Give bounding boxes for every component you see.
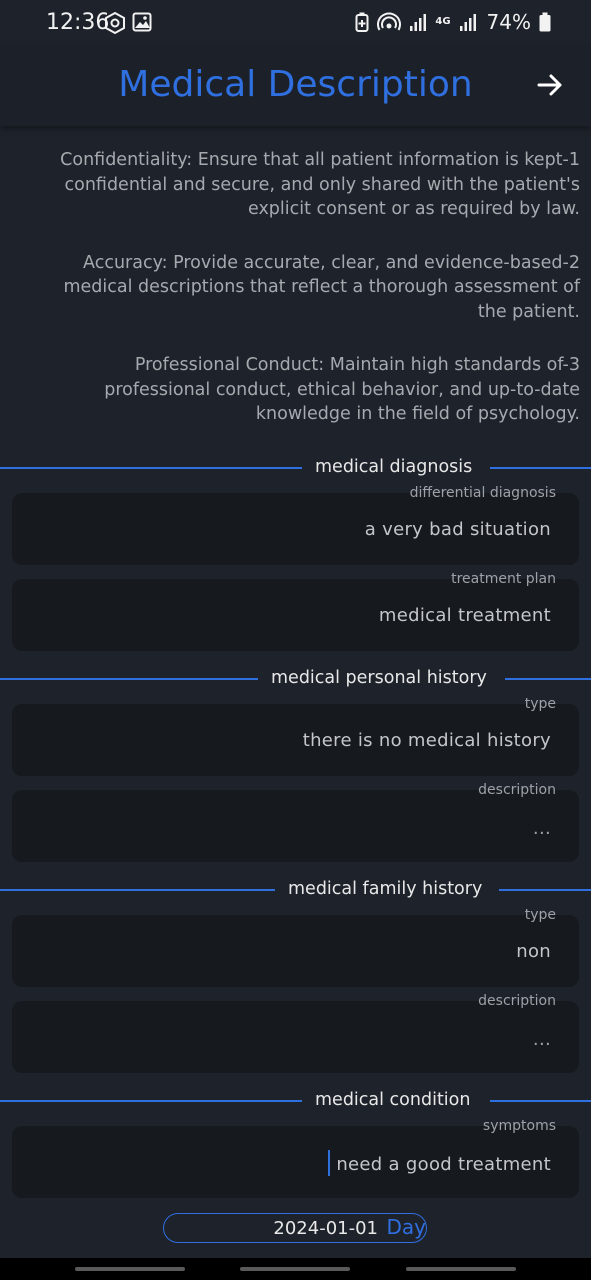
- field-value: need a good treatment: [336, 1154, 551, 1175]
- divider-line: [505, 678, 591, 680]
- field-value: medical treatment: [378, 605, 551, 626]
- system-nav-bar: [0, 1258, 591, 1280]
- personal-history-description-field[interactable]: description ...: [12, 782, 579, 862]
- section-title: medical diagnosis: [315, 457, 473, 477]
- symptoms-field[interactable]: symptoms need a good treatment: [12, 1118, 579, 1198]
- signal-icon: [410, 14, 427, 31]
- date-value: 2024-01-01: [273, 1218, 378, 1239]
- section-medical-family-history: medical family history: [0, 879, 591, 899]
- forward-button[interactable]: [535, 70, 565, 100]
- network-type: 4G: [435, 16, 451, 27]
- field-label: treatment plan: [451, 571, 556, 587]
- status-bar: 12:36 4G 74%: [0, 0, 591, 46]
- hotspot-icon: [377, 12, 402, 31]
- divider-line: [0, 1100, 302, 1102]
- image-icon: [132, 12, 152, 32]
- field-label: type: [524, 907, 556, 923]
- personal-history-type-field[interactable]: type there is no medical history: [12, 696, 579, 776]
- section-title: medical family history: [288, 879, 483, 899]
- differential-diagnosis-field[interactable]: differential diagnosis a very bad situat…: [12, 485, 579, 565]
- section-title: medical condition: [315, 1090, 471, 1110]
- divider-line: [0, 678, 258, 680]
- guideline-professional-conduct: Professional Conduct: Maintain high stan…: [104, 355, 580, 424]
- field-value: there is no medical history: [302, 730, 551, 751]
- nav-home-button[interactable]: [240, 1267, 350, 1271]
- text-cursor: [327, 1150, 331, 1176]
- status-left-icons: [104, 12, 152, 34]
- nav-back-button[interactable]: [406, 1267, 516, 1271]
- field-value: ...: [532, 818, 551, 839]
- field-label: type: [524, 696, 556, 712]
- section-medical-condition: medical condition: [0, 1090, 591, 1110]
- divider-line: [0, 467, 302, 469]
- divider-line: [499, 889, 591, 891]
- field-value: a very bad situation: [364, 519, 551, 540]
- guideline-accuracy: Accuracy: Provide accurate, clear, and e…: [63, 252, 580, 322]
- section-medical-diagnosis: medical diagnosis: [0, 457, 591, 477]
- field-label: description: [478, 782, 556, 798]
- family-history-type-field[interactable]: type non: [12, 907, 579, 987]
- battery-icon: [539, 12, 551, 32]
- page-title: Medical Description: [118, 64, 473, 105]
- section-medical-personal-history: medical personal history: [0, 668, 591, 688]
- divider-line: [490, 1100, 591, 1102]
- arrow-right-icon: [537, 74, 562, 96]
- shield-gear-icon: [105, 12, 125, 34]
- status-time: 12:36: [46, 10, 110, 35]
- guideline-confidentiality: Confidentiality: Ensure that all patient…: [60, 150, 580, 219]
- battery-saver-icon: [355, 12, 369, 32]
- divider-line: [0, 889, 275, 891]
- battery-percent: 74%: [486, 10, 531, 34]
- status-right: 4G 74%: [355, 10, 551, 34]
- app-bar: Medical Description: [0, 46, 591, 126]
- screen: 12:36 4G 74% Medical Description Confide…: [0, 0, 591, 1280]
- nav-recents-button[interactable]: [75, 1267, 185, 1271]
- date-picker[interactable]: 2024-01-01 Day: [163, 1213, 427, 1243]
- field-label: description: [478, 993, 556, 1009]
- date-unit: Day: [386, 1215, 427, 1239]
- treatment-plan-field[interactable]: treatment plan medical treatment: [12, 571, 579, 651]
- guidelines: Confidentiality: Ensure that all patient…: [40, 148, 580, 456]
- field-label: symptoms: [482, 1118, 556, 1134]
- field-value: ...: [532, 1029, 551, 1050]
- family-history-description-field[interactable]: description ...: [12, 993, 579, 1073]
- field-value: non: [516, 941, 551, 962]
- signal-icon: [459, 14, 476, 31]
- section-title: medical personal history: [271, 668, 487, 688]
- field-label: differential diagnosis: [409, 485, 556, 501]
- divider-line: [490, 467, 591, 469]
- field-value-wrapper: need a good treatment: [327, 1150, 551, 1178]
